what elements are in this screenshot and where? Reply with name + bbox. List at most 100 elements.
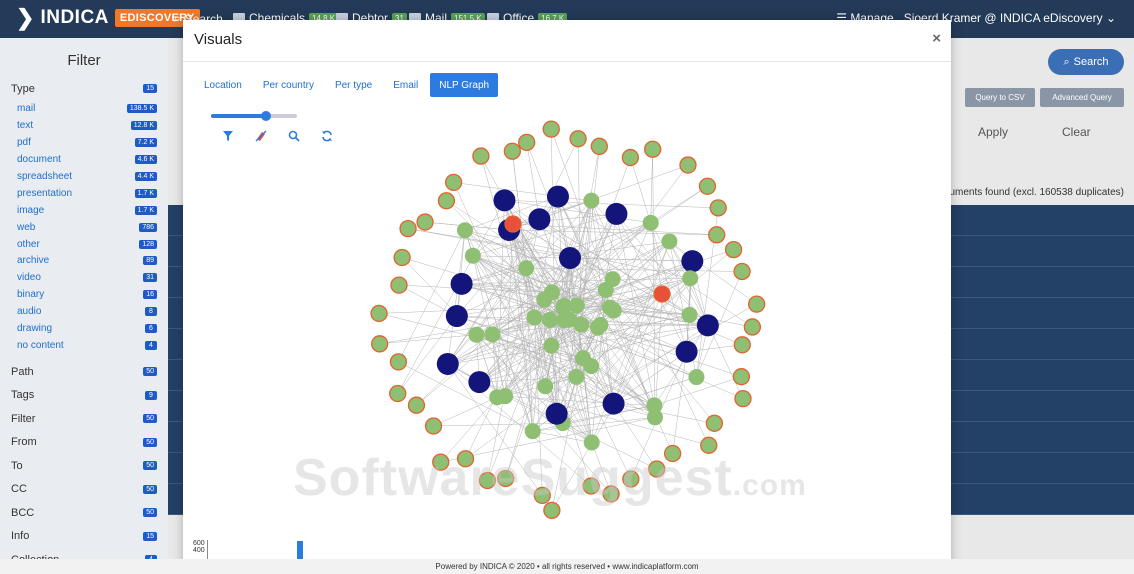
graph-node[interactable]: [536, 291, 553, 308]
type-item-text[interactable]: text 12.8 K: [0, 117, 168, 134]
type-item-document[interactable]: document 4.6 K: [0, 151, 168, 168]
graph-node[interactable]: [484, 326, 501, 343]
type-item-spreadsheet[interactable]: spreadsheet 4.4 K: [0, 168, 168, 185]
graph-node[interactable]: [621, 148, 640, 167]
graph-node[interactable]: [743, 318, 762, 336]
eraser-icon[interactable]: [254, 130, 268, 144]
type-item-other[interactable]: other 128: [0, 236, 168, 253]
graph-node[interactable]: [464, 247, 481, 264]
search-icon[interactable]: [287, 130, 301, 144]
graph-node[interactable]: [542, 311, 559, 328]
sidebar-section-cc[interactable]: CC 50: [0, 477, 168, 501]
graph-node[interactable]: [733, 336, 751, 354]
graph-node[interactable]: [573, 316, 590, 333]
sidebar-section-tags[interactable]: Tags 9: [0, 383, 168, 407]
type-item-binary[interactable]: binary 16: [0, 286, 168, 303]
graph-node[interactable]: [732, 368, 751, 386]
graph-node[interactable]: [503, 142, 521, 160]
sidebar-section-path[interactable]: Path 50: [0, 360, 168, 384]
graph-node-entity[interactable]: [493, 189, 516, 212]
graph-node[interactable]: [389, 353, 408, 371]
graph-node[interactable]: [597, 281, 614, 298]
type-item-mail[interactable]: mail 138.5 K: [0, 101, 168, 118]
graph-node-entity[interactable]: [468, 371, 491, 394]
type-item-image[interactable]: image 1.7 K: [0, 202, 168, 219]
graph-node[interactable]: [526, 309, 543, 326]
graph-node[interactable]: [407, 396, 426, 414]
graph-node[interactable]: [705, 414, 724, 432]
graph-node[interactable]: [524, 423, 541, 440]
type-item-web[interactable]: web 786: [0, 219, 168, 236]
graph-node-entity[interactable]: [559, 247, 581, 269]
graph-node[interactable]: [569, 130, 587, 148]
graph-node[interactable]: [646, 409, 663, 426]
type-item-pdf[interactable]: pdf 7.2 K: [0, 134, 168, 151]
type-item-drawing[interactable]: drawing 6: [0, 320, 168, 337]
graph-node[interactable]: [542, 120, 560, 138]
clear-button[interactable]: Clear: [1062, 125, 1091, 139]
graph-node-entity[interactable]: [445, 305, 468, 328]
graph-node[interactable]: [698, 177, 717, 195]
graph-node[interactable]: [592, 316, 609, 333]
query-csv-button[interactable]: Query to CSV: [965, 88, 1035, 107]
graph-node[interactable]: [472, 147, 490, 165]
graph-node[interactable]: [537, 378, 554, 395]
type-item-no-content[interactable]: no content 4: [0, 337, 168, 354]
graph-node[interactable]: [733, 262, 751, 281]
graph-node[interactable]: [708, 226, 726, 244]
graph-node-entity[interactable]: [681, 250, 704, 273]
graph-node-entity[interactable]: [546, 185, 569, 208]
filter-icon[interactable]: [221, 130, 235, 144]
graph-node[interactable]: [681, 306, 698, 323]
graph-node[interactable]: [543, 337, 560, 354]
graph-node[interactable]: [393, 248, 411, 267]
graph-node[interactable]: [642, 214, 659, 231]
graph-node-entity[interactable]: [450, 272, 473, 295]
graph-node[interactable]: [444, 173, 463, 192]
graph-node[interactable]: [456, 222, 473, 239]
graph-node[interactable]: [682, 270, 699, 287]
sidebar-section-filter[interactable]: Filter 50: [0, 407, 168, 431]
graph-node[interactable]: [468, 326, 485, 343]
graph-node[interactable]: [661, 233, 678, 250]
graph-node[interactable]: [489, 389, 506, 406]
graph-node[interactable]: [518, 260, 535, 277]
graph-node-entity[interactable]: [605, 202, 628, 225]
graph-node[interactable]: [748, 295, 766, 313]
graph-node[interactable]: [399, 219, 417, 238]
graph-node[interactable]: [390, 276, 408, 294]
graph-node[interactable]: [724, 240, 743, 259]
sidebar-section-from[interactable]: From 50: [0, 430, 168, 454]
graph-node[interactable]: [583, 358, 600, 375]
graph-node-highlight[interactable]: [504, 215, 522, 233]
type-item-presentation[interactable]: presentation 1.7 K: [0, 185, 168, 202]
type-item-audio[interactable]: audio 8: [0, 303, 168, 320]
graph-depth-slider[interactable]: [211, 111, 297, 121]
mini-chart-bar[interactable]: [297, 541, 303, 560]
sidebar-section-type[interactable]: Type 15: [0, 77, 168, 101]
refresh-icon[interactable]: [320, 130, 334, 144]
graph-node[interactable]: [709, 199, 727, 217]
type-item-archive[interactable]: archive 89: [0, 253, 168, 270]
graph-node[interactable]: [437, 192, 456, 210]
graph-node[interactable]: [688, 369, 705, 386]
graph-node[interactable]: [518, 133, 536, 152]
close-icon[interactable]: ×: [932, 30, 941, 47]
tab-per-country[interactable]: Per country: [254, 73, 323, 97]
graph-node[interactable]: [644, 140, 662, 158]
type-item-video[interactable]: video 31: [0, 269, 168, 286]
advanced-query-button[interactable]: Advanced Query: [1040, 88, 1124, 107]
graph-node[interactable]: [370, 304, 388, 323]
tab-location[interactable]: Location: [195, 73, 251, 97]
graph-node-entity[interactable]: [545, 402, 568, 425]
graph-node-entity[interactable]: [436, 352, 459, 375]
graph-node-entity[interactable]: [528, 208, 551, 231]
tab-nlp-graph[interactable]: NLP Graph: [430, 73, 499, 97]
sidebar-section-to[interactable]: To 50: [0, 454, 168, 478]
graph-node[interactable]: [679, 156, 697, 174]
sidebar-section-bcc[interactable]: BCC 50: [0, 501, 168, 525]
graph-node[interactable]: [416, 213, 434, 231]
graph-node-entity[interactable]: [602, 392, 625, 415]
graph-node-highlight[interactable]: [653, 285, 671, 303]
brand-logo[interactable]: ❯ INDICA EDISCOVERY: [16, 7, 200, 29]
